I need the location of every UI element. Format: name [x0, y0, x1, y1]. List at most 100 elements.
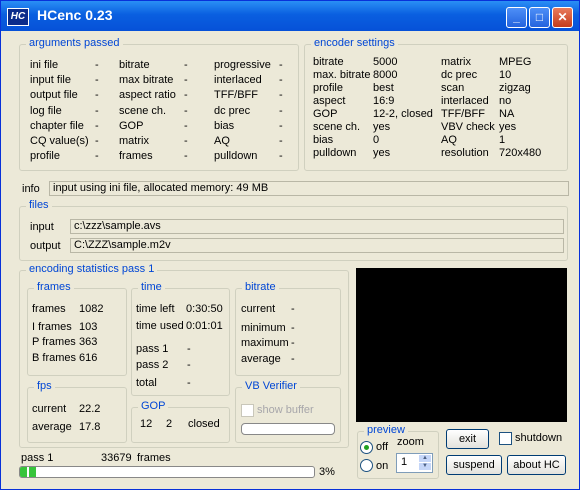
- frames-stat-label: frames: [32, 303, 66, 315]
- encoder-setting-value: best: [373, 82, 394, 94]
- argument-value: -: [279, 119, 283, 132]
- bitrate-title: bitrate: [242, 281, 279, 293]
- argument-value: -: [95, 74, 99, 87]
- argument-label: bitrate: [119, 59, 150, 71]
- fps-current-value: 22.2: [79, 403, 101, 415]
- progress-frames-label: frames: [137, 452, 171, 464]
- preview-screen: [356, 268, 567, 422]
- argument-label: max bitrate: [119, 74, 174, 87]
- argument-value: -: [279, 104, 283, 117]
- argument-value: -: [184, 135, 188, 147]
- fps-average-label: average: [32, 421, 72, 433]
- bitrate-stat-label: current: [241, 303, 276, 315]
- encoder-setting-value: yes: [499, 121, 517, 133]
- encoder-setting-value: 16:9: [373, 95, 395, 107]
- encoder-setting-label: resolution: [441, 147, 489, 159]
- minimize-button[interactable]: _: [506, 7, 527, 28]
- argument-value: -: [95, 119, 99, 132]
- argument-label: scene ch.: [119, 104, 167, 117]
- argument-value: -: [279, 89, 283, 102]
- info-label: info: [22, 183, 40, 195]
- preview-off-radio[interactable]: [360, 441, 373, 454]
- shutdown-checkbox[interactable]: [499, 432, 512, 445]
- argument-label: profile: [30, 150, 60, 163]
- suspend-button[interactable]: suspend: [446, 455, 502, 475]
- maximize-button[interactable]: □: [529, 7, 550, 28]
- argument-label: aspect ratio: [119, 89, 176, 102]
- argument-value: -: [184, 150, 188, 163]
- argument-value: -: [279, 59, 283, 71]
- progress-frames-value: 33679: [101, 452, 132, 464]
- argument-value: -: [279, 135, 283, 147]
- output-path-field: C:\ZZZ\sample.m2v: [70, 238, 564, 253]
- show-buffer-label: show buffer: [257, 404, 314, 416]
- exit-button[interactable]: exit: [446, 429, 489, 449]
- total-label: total: [136, 377, 157, 389]
- argument-label: pulldown: [214, 150, 258, 163]
- encoder-setting-label: VBV check: [441, 121, 495, 133]
- pass1-label: pass 1: [136, 343, 169, 355]
- argument-label: dc prec: [214, 104, 251, 117]
- encoder-setting-value: 8000: [373, 69, 398, 81]
- argument-label: output file: [30, 89, 78, 102]
- argument-value: -: [95, 59, 99, 71]
- frames-stat-label: B frames: [32, 352, 77, 364]
- preview-title: preview: [364, 424, 408, 436]
- progress-bar-fill: [20, 467, 38, 477]
- argument-label: input file: [30, 74, 71, 87]
- main-window: HC HCenc 0.23 _ □ ✕ arguments passed ini…: [0, 0, 580, 490]
- argument-value: -: [95, 150, 99, 163]
- progress-pass-label: pass 1: [21, 452, 54, 464]
- fps-title: fps: [34, 380, 55, 392]
- encoder-setting-label: dc prec: [441, 69, 478, 81]
- vbv-buffer-bar: [241, 423, 335, 435]
- argument-label: CQ value(s): [30, 135, 89, 147]
- about-button[interactable]: about HC: [507, 455, 566, 475]
- argument-value: -: [184, 74, 188, 87]
- time-used-value: 0:01:01: [186, 320, 223, 332]
- preview-on-label: on: [376, 460, 389, 472]
- total-value: -: [187, 377, 191, 389]
- argument-value: -: [95, 89, 99, 102]
- zoom-spinner[interactable]: 1 ▲ ▼: [396, 453, 433, 473]
- encoder-setting-value: 10: [499, 69, 512, 81]
- shutdown-label: shutdown: [515, 432, 563, 444]
- fps-group: fps: [27, 380, 127, 443]
- argument-label: GOP: [119, 119, 144, 132]
- encoder-setting-value: NA: [499, 108, 515, 120]
- argument-value: -: [184, 89, 188, 102]
- close-button[interactable]: ✕: [552, 7, 573, 28]
- argument-value: -: [184, 104, 188, 117]
- argument-value: -: [184, 119, 188, 132]
- bitrate-stat-value: -: [291, 322, 295, 334]
- argument-value: -: [184, 59, 188, 71]
- input-path-field: c:\zzz\sample.avs: [70, 219, 564, 234]
- preview-on-radio[interactable]: [360, 459, 373, 472]
- zoom-down-icon[interactable]: ▼: [419, 463, 431, 470]
- frames-stat-label: P frames: [32, 336, 76, 348]
- frames-stat-label: I frames: [32, 321, 72, 333]
- gop-m-value: 2: [166, 418, 173, 430]
- bitrate-stat-value: -: [291, 337, 295, 349]
- argument-value: -: [95, 104, 99, 117]
- encoder-setting-label: TFF/BFF: [441, 108, 485, 120]
- frames-stat-value: 616: [79, 352, 98, 364]
- encoder-setting-value: 720x480: [499, 147, 542, 159]
- show-buffer-checkbox[interactable]: [241, 404, 254, 417]
- zoom-up-icon[interactable]: ▲: [419, 455, 431, 462]
- encoder-setting-value: zigzag: [499, 82, 531, 94]
- encoder-setting-label: matrix: [441, 56, 471, 68]
- encoder-setting-label: GOP: [313, 108, 338, 120]
- encoder-setting-label: pulldown: [313, 147, 357, 159]
- zoom-label: zoom: [397, 436, 424, 448]
- argument-label: AQ: [214, 135, 230, 147]
- argument-label: progressive: [214, 59, 271, 71]
- files-title: files: [26, 199, 52, 211]
- preview-off-label: off: [376, 441, 389, 453]
- frames-title: frames: [34, 281, 74, 293]
- title-bar[interactable]: HC HCenc 0.23 _ □ ✕: [1, 1, 579, 31]
- encoder-setting-value: 5000: [373, 56, 398, 68]
- info-field: input using ini file, allocated memory: …: [49, 181, 569, 196]
- encoder-settings-title: encoder settings: [311, 37, 398, 49]
- encoding-stats-title: encoding statistics pass 1: [26, 263, 158, 275]
